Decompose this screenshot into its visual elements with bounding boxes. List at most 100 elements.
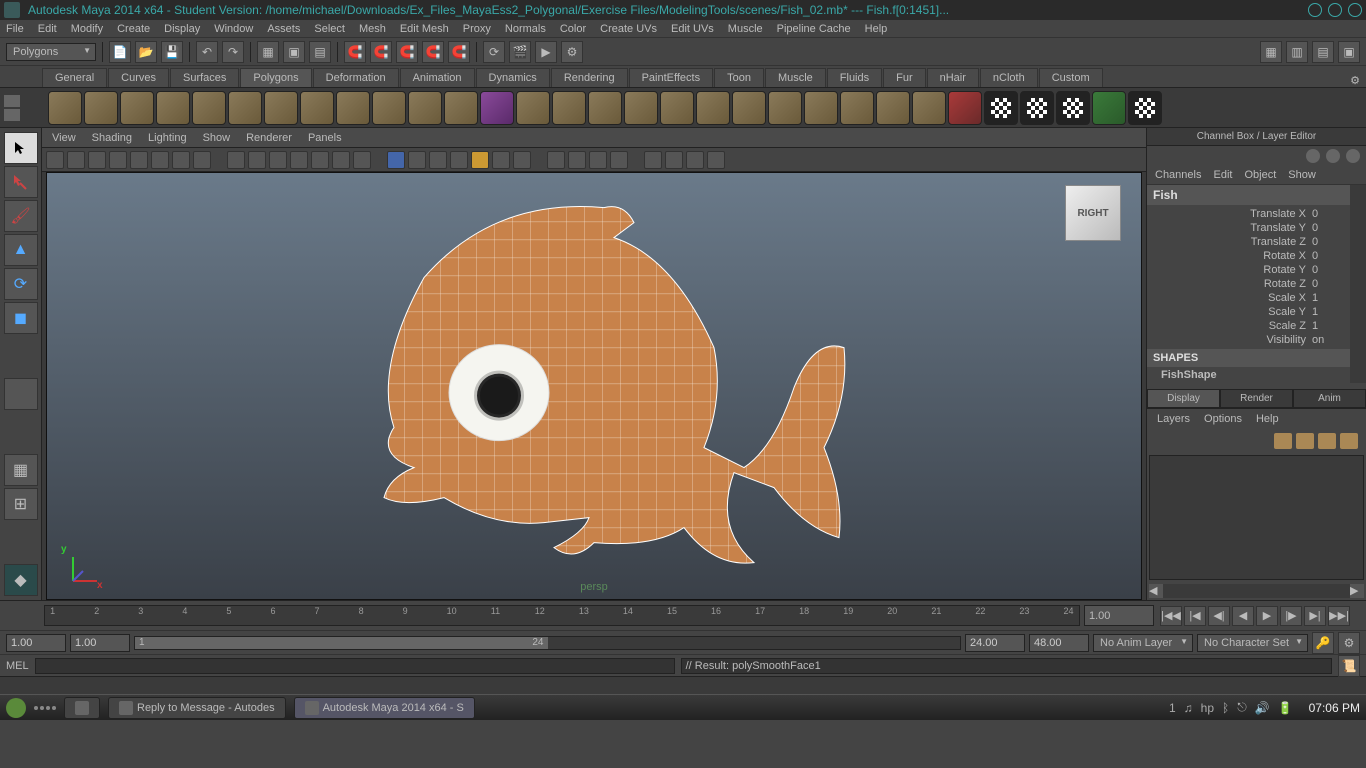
menu-proxy[interactable]: Proxy <box>463 23 491 35</box>
range-start-inner[interactable] <box>70 634 130 652</box>
snap-live-icon[interactable]: 🧲 <box>448 41 470 63</box>
menu-create-uvs[interactable]: Create UVs <box>600 23 657 35</box>
menu-help[interactable]: Help <box>865 23 888 35</box>
vp-motion-blur-icon[interactable] <box>686 151 704 169</box>
menu-color[interactable]: Color <box>560 23 586 35</box>
poly-type-icon[interactable] <box>444 91 478 125</box>
insert-edge-icon[interactable] <box>696 91 730 125</box>
select-component-icon[interactable]: ▤ <box>309 41 331 63</box>
vp-select-camera-icon[interactable] <box>46 151 64 169</box>
range-end-inner[interactable] <box>965 634 1025 652</box>
vp-renderer-icon[interactable] <box>644 151 662 169</box>
hp-icon[interactable]: hp <box>1201 701 1214 715</box>
poly-soccer-icon[interactable] <box>372 91 406 125</box>
poly-pyramid-icon[interactable] <box>480 91 514 125</box>
menu-muscle[interactable]: Muscle <box>728 23 763 35</box>
cb-menu-edit[interactable]: Edit <box>1213 169 1232 181</box>
task-reply[interactable]: Reply to Message - Autodes <box>108 697 286 719</box>
vp-hq-icon[interactable] <box>450 151 468 169</box>
shelf-tab-muscle[interactable]: Muscle <box>765 68 826 87</box>
append-icon[interactable] <box>660 91 694 125</box>
shelf-toggle[interactable] <box>4 95 40 121</box>
cb-menu-show[interactable]: Show <box>1288 169 1316 181</box>
menu-edit[interactable]: Edit <box>38 23 57 35</box>
vp-image-plane-icon[interactable] <box>109 151 127 169</box>
vp-dof-icon[interactable] <box>665 151 683 169</box>
vp-viewtx-icon[interactable] <box>610 151 628 169</box>
vp-isolate-icon[interactable] <box>547 151 565 169</box>
redo-icon[interactable]: ↷ <box>222 41 244 63</box>
combine-icon[interactable] <box>516 91 550 125</box>
save-scene-icon[interactable]: 💾 <box>161 41 183 63</box>
autokey-icon[interactable]: 🔑 <box>1312 632 1334 654</box>
maya-logo-tool[interactable]: ◆ <box>4 564 38 596</box>
select-tool[interactable] <box>4 132 38 164</box>
poly-torus-icon[interactable] <box>228 91 262 125</box>
script-lang-label[interactable]: MEL <box>6 660 29 672</box>
shape-name[interactable]: FishShape <box>1147 367 1350 383</box>
layer-list[interactable] <box>1149 455 1364 580</box>
vp-ao-icon[interactable] <box>707 151 725 169</box>
vp-exposure-icon[interactable] <box>568 151 586 169</box>
snap-plane-icon[interactable]: 🧲 <box>422 41 444 63</box>
offset-edge-icon[interactable] <box>732 91 766 125</box>
module-selector[interactable]: Polygons <box>6 43 96 61</box>
command-input[interactable] <box>35 658 675 674</box>
vp-safe-title-icon[interactable] <box>311 151 329 169</box>
range-track[interactable]: 124 <box>134 636 961 650</box>
undo-icon[interactable]: ↶ <box>196 41 218 63</box>
snap-point-icon[interactable]: 🧲 <box>396 41 418 63</box>
step-forward-key-icon[interactable]: ▶| <box>1304 606 1326 626</box>
paint-select-tool[interactable]: 🖌 <box>4 200 38 232</box>
object-name-header[interactable]: Fish <box>1147 185 1350 205</box>
attr-scale-y[interactable]: Scale Y1 <box>1147 305 1350 319</box>
script-editor-icon[interactable]: 📜 <box>1338 655 1360 677</box>
play-back-icon[interactable]: ◀ <box>1232 606 1254 626</box>
snap-grid-icon[interactable]: 🧲 <box>344 41 366 63</box>
separate-icon[interactable] <box>552 91 586 125</box>
vp-lighting-icon[interactable] <box>471 151 489 169</box>
new-scene-icon[interactable]: 📄 <box>109 41 131 63</box>
step-back-icon[interactable]: ◀| <box>1208 606 1230 626</box>
shelf-tab-rendering[interactable]: Rendering <box>551 68 628 87</box>
menu-display[interactable]: Display <box>164 23 200 35</box>
network-icon[interactable]: ⎋ <box>1237 700 1247 715</box>
viewcube[interactable]: RIGHT <box>1065 185 1121 241</box>
cb-menu-object[interactable]: Object <box>1244 169 1276 181</box>
vp-menu-renderer[interactable]: Renderer <box>246 132 292 144</box>
select-hierarchy-icon[interactable]: ▦ <box>257 41 279 63</box>
layer-up-icon[interactable] <box>1318 433 1336 449</box>
poly-platonic-icon[interactable] <box>408 91 442 125</box>
vp-resolution-icon[interactable] <box>227 151 245 169</box>
shelf-tab-surfaces[interactable]: Surfaces <box>170 68 239 87</box>
maximize-icon[interactable] <box>1328 3 1342 17</box>
shelf-tab-general[interactable]: General <box>42 68 107 87</box>
fish-mesh[interactable] <box>314 168 874 588</box>
shelf-tab-fur[interactable]: Fur <box>883 68 926 87</box>
merge-icon[interactable] <box>804 91 838 125</box>
layer-tab-anim[interactable]: Anim <box>1293 389 1366 408</box>
layer-menu-help[interactable]: Help <box>1256 413 1279 425</box>
vp-gamma-icon[interactable] <box>589 151 607 169</box>
attr-scale-x[interactable]: Scale X1 <box>1147 291 1350 305</box>
vp-safe-action-icon[interactable] <box>290 151 308 169</box>
play-forward-icon[interactable]: ▶ <box>1256 606 1278 626</box>
current-frame-field[interactable]: 1.00 <box>1084 605 1154 626</box>
smooth-icon[interactable] <box>912 91 946 125</box>
prefs-icon[interactable]: ⚙ <box>1338 632 1360 654</box>
volume-icon[interactable]: 🔊 <box>1255 701 1270 715</box>
shelf-tab-nhair[interactable]: nHair <box>927 68 979 87</box>
attr-rotate-z[interactable]: Rotate Z0 <box>1147 277 1350 291</box>
panel-layout3-icon[interactable]: ▤ <box>1312 41 1334 63</box>
go-end-icon[interactable]: ▶▶| <box>1328 606 1350 626</box>
move-tool[interactable]: ▲ <box>4 234 38 266</box>
vp-bookmark-icon[interactable] <box>88 151 106 169</box>
uv-cylindrical-icon[interactable] <box>1056 91 1090 125</box>
poly-sphere-icon[interactable] <box>48 91 82 125</box>
single-view-icon[interactable]: ▦ <box>4 454 38 486</box>
collapse-icon[interactable] <box>840 91 874 125</box>
channel-scrollbar[interactable] <box>1350 185 1366 383</box>
uv-auto-icon[interactable] <box>1092 91 1126 125</box>
open-scene-icon[interactable]: 📂 <box>135 41 157 63</box>
layer-tab-render[interactable]: Render <box>1220 389 1293 408</box>
